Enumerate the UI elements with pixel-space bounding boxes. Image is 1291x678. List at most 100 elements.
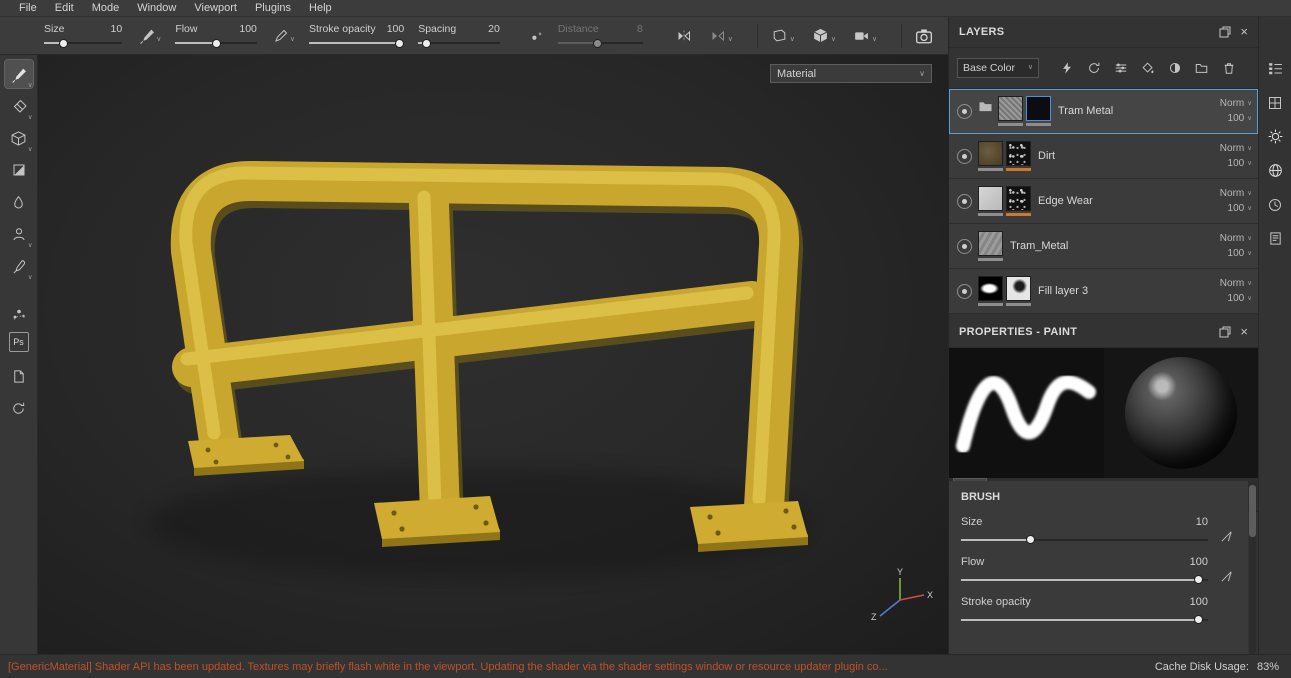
visibility-toggle[interactable] [957, 103, 972, 119]
layer-thumbnail[interactable] [978, 141, 1003, 166]
chevron-down-icon: ∨ [1247, 144, 1252, 152]
scrollbar-thumb[interactable] [1249, 485, 1256, 537]
menu-viewport[interactable]: Viewport [185, 1, 246, 15]
spacing-mode-button[interactable] [528, 27, 546, 45]
add-filter-button[interactable] [1085, 60, 1102, 77]
layer-opacity-select[interactable]: 100 ∨ [1228, 248, 1252, 259]
detach-panel-icon[interactable] [1219, 326, 1231, 338]
symmetry-button[interactable] [673, 26, 695, 46]
visibility-toggle[interactable] [957, 148, 972, 164]
export-plugin-button[interactable] [5, 362, 33, 390]
layer-opacity-select[interactable]: 100 ∨ [1228, 203, 1252, 214]
resources-updater-button[interactable] [5, 394, 33, 422]
material-preview[interactable] [1103, 348, 1258, 478]
properties-scrollbar[interactable] [1249, 481, 1256, 654]
size-slider[interactable] [44, 38, 123, 48]
material-picker-tool-button[interactable]: ∨ [5, 252, 33, 281]
viewport-2d-button[interactable]: ∨ [768, 25, 797, 46]
menu-mode[interactable]: Mode [83, 1, 129, 15]
polygon-fill-tool-button[interactable] [5, 156, 33, 184]
layer-thumbnail[interactable] [998, 96, 1023, 121]
layer-row-tram-metal-fill[interactable]: Tram_Metal Norm ∨ 100 ∨ [949, 224, 1258, 269]
close-panel-icon[interactable]: × [1240, 325, 1248, 338]
visibility-toggle[interactable] [957, 193, 972, 209]
display-settings-button[interactable] [1266, 127, 1285, 146]
close-panel-icon[interactable]: × [1240, 25, 1248, 38]
menu-file[interactable]: File [10, 1, 46, 15]
axis-gizmo[interactable]: Y X Z [870, 566, 934, 628]
brush-flow-slider[interactable] [961, 575, 1208, 584]
stroke-opacity-slider[interactable] [309, 38, 405, 48]
chevron-down-icon: ∨ [1027, 64, 1033, 71]
log-button[interactable] [1266, 229, 1285, 248]
add-levels-button[interactable] [1112, 60, 1129, 77]
viewport-3d[interactable]: Material ∨ Y X Z [38, 55, 948, 654]
brush-size-slider[interactable] [961, 535, 1208, 544]
spacing-slider[interactable] [418, 38, 500, 48]
photoshop-plugin-button[interactable]: Ps [8, 332, 29, 352]
menu-window[interactable]: Window [128, 1, 185, 15]
mask-thumbnail[interactable] [1006, 186, 1031, 211]
clone-tool-button[interactable]: ∨ [5, 220, 33, 249]
projection-tool-button[interactable]: ∨ [5, 124, 33, 153]
toolbar-separator [756, 23, 758, 48]
particles-tool-button[interactable] [5, 300, 33, 328]
pencil-preset-button[interactable]: ∨ [271, 26, 297, 46]
menu-help[interactable]: Help [300, 1, 341, 15]
layer-thumbnail[interactable] [978, 276, 1003, 301]
add-fill-layer-button[interactable] [1139, 60, 1156, 77]
paint-tool-button[interactable]: ∨ [3, 59, 34, 89]
layer-thumbnail[interactable] [978, 186, 1003, 211]
menu-plugins[interactable]: Plugins [246, 1, 300, 15]
layer-opacity-select[interactable]: 100 ∨ [1228, 113, 1252, 124]
layer-opacity-select[interactable]: 100 ∨ [1228, 158, 1252, 169]
visibility-toggle[interactable] [957, 283, 972, 299]
shading-mode-select[interactable]: Material ∨ [770, 64, 932, 83]
blend-mode-select[interactable]: Norm ∨ [1220, 98, 1252, 109]
axis-x-label: X [927, 590, 933, 600]
blend-mode-select[interactable]: Norm ∨ [1220, 188, 1252, 199]
layer-row-dirt[interactable]: Dirt Norm ∨ 100 ∨ [949, 134, 1258, 179]
channel-select[interactable]: Base Color ∨ [957, 58, 1039, 78]
blend-mode-select[interactable]: Norm ∨ [1220, 143, 1252, 154]
mask-thumbnail[interactable] [1026, 96, 1051, 121]
brush-flow-label: Flow [961, 556, 985, 568]
particles-icon [13, 309, 27, 322]
smudge-tool-button[interactable] [5, 188, 33, 216]
shader-settings-button[interactable] [1266, 161, 1285, 180]
brush-flow-value: 100 [1189, 556, 1208, 568]
delete-layer-button[interactable] [1220, 60, 1237, 77]
add-folder-button[interactable] [1193, 60, 1210, 77]
menu-edit[interactable]: Edit [46, 1, 83, 15]
history-button[interactable] [1266, 195, 1285, 214]
layer-row-fill-layer-3[interactable]: Fill layer 3 Norm ∨ 100 ∨ [949, 269, 1258, 314]
screenshot-button[interactable] [912, 25, 936, 47]
polygon-fill-icon [11, 162, 27, 178]
camera-view-button[interactable]: ∨ [850, 25, 879, 46]
layer-row-edge-wear[interactable]: Edge Wear Norm ∨ 100 ∨ [949, 179, 1258, 224]
chevron-down-icon: ∨ [156, 36, 162, 43]
layer-thumbnail[interactable] [978, 231, 1003, 256]
layer-opacity-select[interactable]: 100 ∨ [1228, 293, 1252, 304]
blend-mode-select[interactable]: Norm ∨ [1220, 233, 1252, 244]
blend-mode-select[interactable]: Norm ∨ [1220, 278, 1252, 289]
visibility-toggle[interactable] [957, 238, 972, 254]
add-effect-button[interactable] [1058, 60, 1075, 77]
eraser-tool-button[interactable]: ∨ [5, 92, 33, 121]
flow-slider[interactable] [175, 38, 257, 48]
layer-row-tram-metal[interactable]: Tram Metal Norm ∨ 100 ∨ [949, 89, 1258, 134]
brush-stroke-opacity-label: Stroke opacity [961, 596, 1031, 608]
viewport-3d-button[interactable]: ∨ [809, 25, 838, 46]
symmetry-settings-button[interactable]: ∨ [707, 26, 735, 46]
texture-set-settings-button[interactable] [1266, 93, 1285, 112]
brush-stroke-opacity-slider[interactable] [961, 615, 1208, 624]
mask-thumbnail[interactable] [1006, 141, 1031, 166]
brush-preset-button[interactable]: ∨ [136, 25, 163, 46]
texture-set-list-button[interactable] [1266, 59, 1285, 78]
brush-stroke-preview[interactable] [949, 348, 1104, 478]
detach-panel-icon[interactable] [1219, 26, 1231, 38]
mask-thumbnail[interactable] [1006, 276, 1031, 301]
add-mask-button[interactable] [1166, 60, 1183, 77]
pen-pressure-icon[interactable] [1219, 569, 1234, 584]
pen-pressure-icon[interactable] [1219, 529, 1234, 544]
